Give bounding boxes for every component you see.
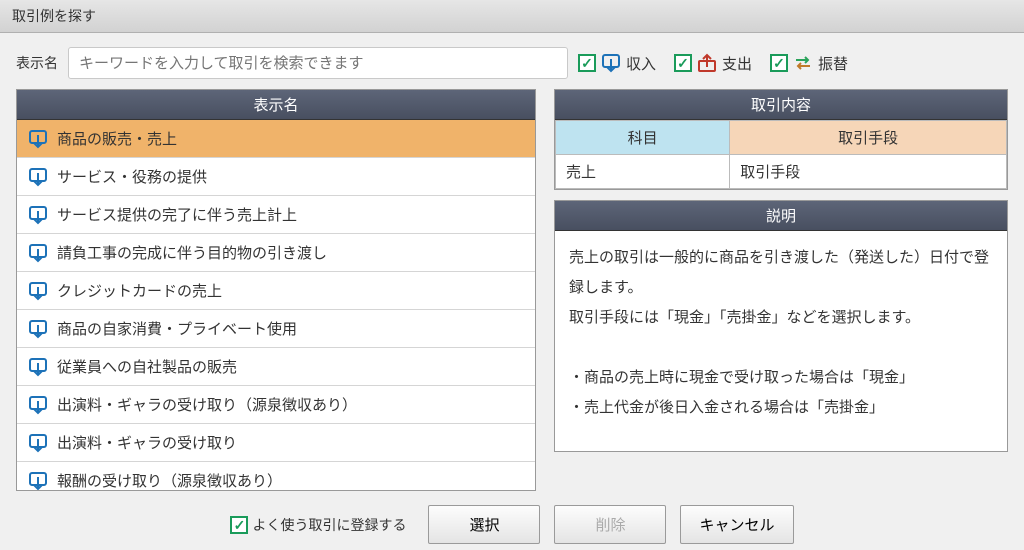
list-item[interactable]: 出演料・ギャラの受け取り [17,424,535,462]
list-item-label: 従業員への自社製品の販売 [57,356,237,377]
income-icon [27,167,49,187]
list-header: 表示名 [17,90,535,120]
list-body[interactable]: 商品の販売・売上サービス・役務の提供サービス提供の完了に伴う売上計上請負工事の完… [17,120,535,490]
income-icon [27,205,49,225]
list-item[interactable]: 商品の販売・売上 [17,120,535,158]
description-body[interactable]: 売上の取引は一般的に商品を引き渡した（発送した）日付で登録します。 取引手段には… [555,231,1007,451]
filter-bar: 表示名 収入 支出 振替 [0,33,1024,89]
checkbox-icon [770,54,788,72]
detail-panel: 取引内容 科目 取引手段 売上 取引手段 [554,89,1008,190]
expense-icon [696,53,718,73]
filter-transfer-label: 振替 [818,53,848,74]
search-label: 表示名 [16,53,58,73]
detail-header: 取引内容 [555,90,1007,120]
window-title: 取引例を探す [0,0,1024,33]
filter-expense-label: 支出 [722,53,752,74]
income-icon [27,357,49,377]
cancel-button[interactable]: キャンセル [680,505,793,544]
description-panel: 説明 売上の取引は一般的に商品を引き渡した（発送した）日付で登録します。 取引手… [554,200,1008,452]
list-item-label: 商品の自家消費・プライベート使用 [57,318,297,339]
list-item[interactable]: 商品の自家消費・プライベート使用 [17,310,535,348]
income-icon [27,281,49,301]
detail-subject-header: 科目 [556,121,730,155]
select-button[interactable]: 選択 [428,505,540,544]
desc-line: 売上の取引は一般的に商品を引き渡した（発送した）日付で登録します。 [569,243,993,303]
income-icon [27,471,49,491]
list-item[interactable]: サービス提供の完了に伴う売上計上 [17,196,535,234]
income-icon [600,53,622,73]
detail-method-header: 取引手段 [730,121,1007,155]
list-item[interactable]: 出演料・ギャラの受け取り（源泉徴収あり） [17,386,535,424]
list-item[interactable]: 従業員への自社製品の販売 [17,348,535,386]
description-header: 説明 [555,201,1007,231]
income-icon [27,243,49,263]
filter-transfer[interactable]: 振替 [770,53,848,74]
list-item-label: 請負工事の完成に伴う目的物の引き渡し [57,242,327,263]
desc-bullet: ・売上代金が後日入金される場合は「売掛金」 [569,393,993,423]
list-item-label: 商品の販売・売上 [57,128,177,149]
list-item[interactable]: 報酬の受け取り（源泉徴収あり） [17,462,535,490]
list-item-label: 出演料・ギャラの受け取り（源泉徴収あり） [57,394,357,415]
checkbox-icon [230,516,248,534]
desc-bullet: ・商品の売上時に現金で受け取った場合は「現金」 [569,363,993,393]
list-item-label: クレジットカードの売上 [57,280,222,301]
favorite-check[interactable]: よく使う取引に登録する [230,515,406,535]
footer-bar: よく使う取引に登録する 選択 削除 キャンセル [0,491,1024,550]
income-icon [27,433,49,453]
checkbox-icon [674,54,692,72]
filter-expense[interactable]: 支出 [674,53,752,74]
income-icon [27,319,49,339]
filter-income[interactable]: 収入 [578,53,656,74]
checkbox-icon [578,54,596,72]
transfer-icon [792,53,814,73]
desc-line: 取引手段には「現金」「売掛金」などを選択します。 [569,303,993,333]
list-item-label: サービス提供の完了に伴う売上計上 [57,204,297,225]
detail-subject-value: 売上 [556,155,730,189]
list-item[interactable]: サービス・役務の提供 [17,158,535,196]
delete-button[interactable]: 削除 [554,505,666,544]
income-icon [27,129,49,149]
list-item-label: 報酬の受け取り（源泉徴収あり） [57,470,282,490]
search-input[interactable] [68,47,568,79]
income-icon [27,395,49,415]
favorite-label: よく使う取引に登録する [252,515,406,535]
list-item-label: サービス・役務の提供 [57,166,207,187]
list-panel: 表示名 商品の販売・売上サービス・役務の提供サービス提供の完了に伴う売上計上請負… [16,89,536,491]
filter-income-label: 収入 [626,53,656,74]
list-item[interactable]: 請負工事の完成に伴う目的物の引き渡し [17,234,535,272]
list-item[interactable]: クレジットカードの売上 [17,272,535,310]
list-item-label: 出演料・ギャラの受け取り [57,432,237,453]
detail-method-value: 取引手段 [730,155,1007,189]
